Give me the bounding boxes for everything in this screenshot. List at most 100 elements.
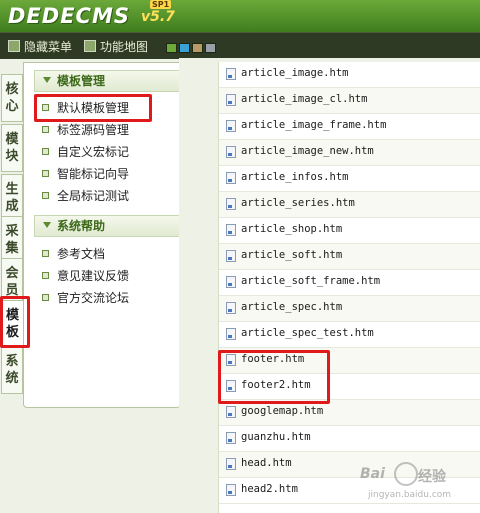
section-system-help[interactable]: 系统帮助	[34, 215, 180, 237]
version-label: v5.7	[141, 9, 175, 25]
file-name[interactable]: article_soft_frame.htm	[241, 275, 380, 287]
file-row[interactable]: article_spec_test.htm	[219, 322, 480, 348]
sitemap-label: 功能地图	[100, 40, 149, 54]
menu-custom-macro[interactable]: 自定义宏标记	[42, 143, 129, 161]
vtab-system[interactable]: 系统	[1, 346, 23, 394]
menu-reference-docs[interactable]: 参考文档	[42, 245, 105, 263]
menu-global-tag-test[interactable]: 全局标记测试	[42, 187, 129, 205]
theme-swatch-gray[interactable]	[205, 43, 216, 53]
watermark-url: jingyan.baidu.com	[368, 490, 452, 500]
file-icon	[226, 458, 236, 470]
theme-swatch-blue[interactable]	[179, 43, 190, 53]
menu-label: 参考文档	[57, 247, 106, 261]
file-row[interactable]: article_image_frame.htm	[219, 114, 480, 140]
file-name[interactable]: article_soft.htm	[241, 249, 342, 261]
file-icon	[226, 172, 236, 184]
file-row[interactable]: article_series.htm	[219, 192, 480, 218]
file-name[interactable]: head.htm	[241, 457, 292, 469]
file-name[interactable]: article_spec.htm	[241, 301, 342, 313]
theme-swatch-brown[interactable]	[192, 43, 203, 53]
hide-menu-label: 隐藏菜单	[24, 40, 73, 54]
file-name[interactable]: head2.htm	[241, 483, 298, 495]
vtab-generate[interactable]: 生成	[1, 174, 23, 222]
vtab-label: 生成	[5, 182, 19, 214]
file-name[interactable]: article_series.htm	[241, 197, 355, 209]
file-row[interactable]: article_image_new.htm	[219, 140, 480, 166]
edition-badge: SP1	[150, 0, 172, 9]
dedecms-logo: DEDECMS	[8, 4, 130, 28]
vtab-collect[interactable]: 采集	[1, 216, 23, 264]
file-icon	[226, 406, 236, 418]
file-icon	[226, 94, 236, 106]
file-icon	[226, 68, 236, 80]
file-icon	[226, 224, 236, 236]
highlight-template-tab	[0, 296, 30, 348]
theme-swatch-green[interactable]	[166, 43, 177, 53]
file-row[interactable]: article_soft_frame.htm	[219, 270, 480, 296]
file-icon	[226, 328, 236, 340]
bullet-icon	[42, 272, 49, 279]
collapse-arrow-icon	[43, 222, 51, 228]
file-name[interactable]: guanzhu.htm	[241, 431, 311, 443]
sitemap-icon	[84, 40, 96, 52]
collapse-arrow-icon	[43, 77, 51, 83]
vtab-label: 会员	[5, 266, 19, 298]
file-name[interactable]: article_infos.htm	[241, 171, 348, 183]
file-icon	[226, 432, 236, 444]
menu-label: 自定义宏标记	[57, 145, 130, 159]
bullet-icon	[42, 126, 49, 133]
file-row[interactable]: guanzhu.htm	[219, 426, 480, 452]
file-name[interactable]: article_image_new.htm	[241, 145, 374, 157]
bullet-icon	[42, 250, 49, 257]
file-row[interactable]: article_image_cl.htm	[219, 88, 480, 114]
bullet-icon	[42, 170, 49, 177]
vtab-module[interactable]: 模块	[1, 124, 23, 172]
file-row[interactable]: article_soft.htm	[219, 244, 480, 270]
file-name[interactable]: article_spec_test.htm	[241, 327, 374, 339]
vtab-label: 采集	[5, 224, 19, 256]
vtab-label: 核心	[5, 82, 19, 114]
menu-label: 标签源码管理	[57, 123, 130, 137]
file-icon	[226, 198, 236, 210]
bullet-icon	[42, 192, 49, 199]
hide-menu-button[interactable]: 隐藏菜单	[8, 38, 72, 55]
sitemap-button[interactable]: 功能地图	[84, 38, 148, 55]
file-name[interactable]: article_image.htm	[241, 67, 348, 79]
file-name[interactable]: article_shop.htm	[241, 223, 342, 235]
highlight-default-template	[34, 94, 152, 122]
baidu-watermark: Bai 经验 jingyan.baidu.com	[360, 462, 476, 508]
watermark-brand: Bai	[360, 466, 385, 482]
menu-tag-wizard[interactable]: 智能标记向导	[42, 165, 129, 183]
app-header: DEDECMS v5.7 SP1	[0, 0, 480, 32]
section-title: 系统帮助	[57, 219, 106, 233]
menu-tag-source[interactable]: 标签源码管理	[42, 121, 129, 139]
menu-label: 意见建议反馈	[57, 269, 130, 283]
vtab-core[interactable]: 核心	[1, 74, 23, 122]
file-name[interactable]: article_image_frame.htm	[241, 119, 386, 131]
file-row[interactable]: article_shop.htm	[219, 218, 480, 244]
file-icon	[226, 276, 236, 288]
menu-feedback[interactable]: 意见建议反馈	[42, 267, 129, 285]
file-name[interactable]: article_image_cl.htm	[241, 93, 367, 105]
bullet-icon	[42, 294, 49, 301]
menu-official-forum[interactable]: 官方交流论坛	[42, 289, 129, 307]
menu-label: 全局标记测试	[57, 189, 130, 203]
section-title: 模板管理	[57, 74, 106, 88]
section-template-management[interactable]: 模板管理	[34, 70, 180, 92]
top-toolbar: 隐藏菜单 功能地图	[0, 32, 480, 59]
file-name[interactable]: googlemap.htm	[241, 405, 323, 417]
file-icon	[226, 250, 236, 262]
paw-icon	[394, 462, 418, 486]
file-row[interactable]: article_spec.htm	[219, 296, 480, 322]
bullet-icon	[42, 148, 49, 155]
file-row[interactable]: article_image.htm	[219, 62, 480, 88]
file-row[interactable]: article_infos.htm	[219, 166, 480, 192]
hide-menu-icon	[8, 40, 20, 52]
menu-label: 官方交流论坛	[57, 291, 130, 305]
file-icon	[226, 120, 236, 132]
vtab-label: 模块	[5, 132, 19, 164]
vertical-tab-bar: 核心 模块 生成 采集 会员 模板 系统	[0, 66, 24, 513]
highlight-footer-files	[218, 350, 330, 404]
template-file-list: article_image.htm article_image_cl.htm a…	[218, 62, 480, 513]
file-icon	[226, 146, 236, 158]
